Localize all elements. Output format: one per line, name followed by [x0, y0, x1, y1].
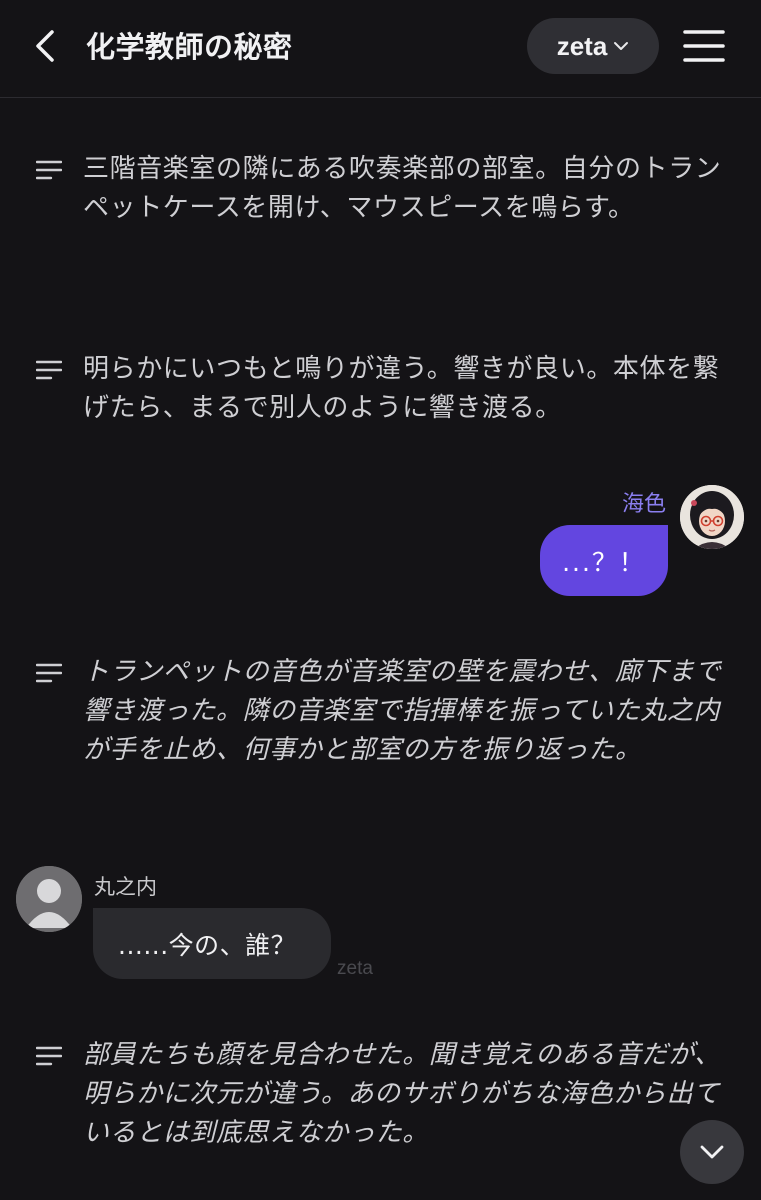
app-header: 化学教師の秘密 zeta: [0, 0, 761, 98]
narration-text: 三階音楽室の隣にある吹奏楽部の部室。自分のトランペットケースを開け、マウスピース…: [83, 154, 722, 223]
narration-icon: [36, 663, 62, 683]
narration-icon: [36, 1046, 62, 1066]
narration-text: トランペットの音色が音楽室の壁を震わせ、廊下まで響き渡った。隣の音楽室で指揮棒を…: [83, 657, 722, 765]
scroll-to-bottom-button[interactable]: [680, 1120, 744, 1184]
character-avatar[interactable]: [16, 866, 82, 932]
narration-icon: [36, 360, 62, 380]
chevron-left-icon: [36, 30, 54, 62]
watermark: zeta: [337, 958, 373, 979]
hamburger-menu-icon: [683, 30, 725, 62]
chevron-down-icon: [614, 42, 629, 50]
model-label: zeta: [556, 30, 608, 61]
menu-button[interactable]: [683, 28, 725, 64]
user-message-bubble: ...？！: [540, 525, 668, 596]
narration-text: 明らかにいつもと鳴りが違う。響きが良い。本体を繋げたら、まるで別人のように響き渡…: [83, 354, 720, 423]
character-name: 丸之内: [94, 875, 157, 899]
chevron-down-icon: [700, 1145, 724, 1159]
user-avatar[interactable]: [680, 485, 744, 549]
user-name: 海色: [621, 492, 666, 517]
back-button[interactable]: [26, 26, 66, 66]
user-avatar-image: [680, 485, 744, 549]
narration-icon: [36, 160, 62, 180]
narration-text: 部員たちも顔を見合わせた。聞き覚えのある音だが、明らかに次元が違う。あのサボりが…: [83, 1040, 721, 1148]
default-avatar-icon: [16, 866, 82, 932]
character-message-bubble: ......今の、誰？: [93, 908, 331, 979]
page-title: 化学教師の秘密: [86, 30, 293, 64]
model-selector[interactable]: zeta: [527, 18, 659, 74]
